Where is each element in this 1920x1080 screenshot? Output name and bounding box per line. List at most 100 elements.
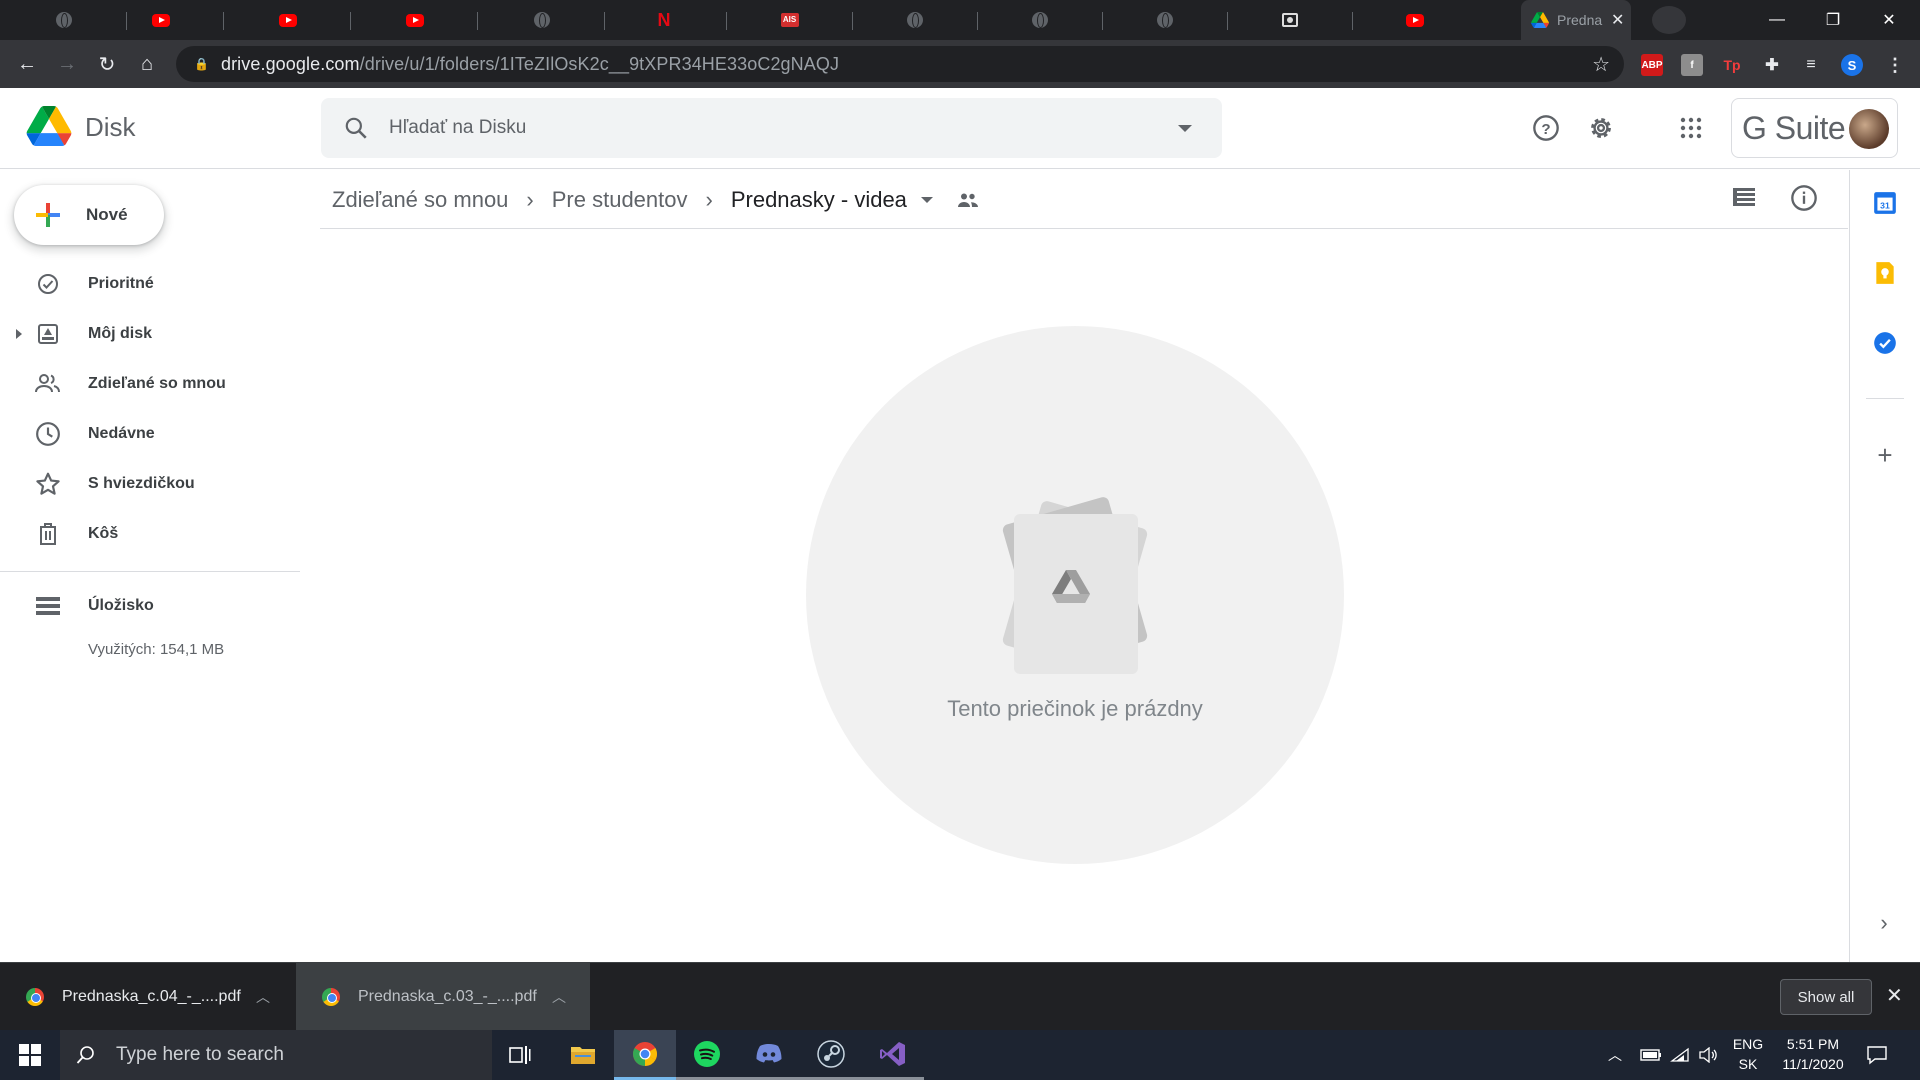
empty-folder-illustration-icon xyxy=(1002,497,1148,674)
folder-menu-dropdown-icon[interactable] xyxy=(920,197,933,203)
gsuite-account-button[interactable]: G Suite xyxy=(1731,98,1898,158)
restore-icon[interactable]: ❐ xyxy=(1810,0,1856,40)
adblock-extension-icon[interactable]: ABP xyxy=(1641,54,1663,76)
search-icon xyxy=(76,1046,94,1064)
expand-caret-icon[interactable] xyxy=(16,329,22,339)
globe-icon xyxy=(906,12,923,28)
browser-tab[interactable] xyxy=(976,0,1103,40)
chrome-menu-icon[interactable]: ⋮ xyxy=(1884,54,1906,76)
plus-icon xyxy=(36,203,60,227)
sidebar-item-shared[interactable]: Zdieľané so mnou xyxy=(0,364,300,404)
add-addon-plus-icon[interactable]: + xyxy=(1872,442,1898,468)
browser-tab[interactable]: N xyxy=(600,0,727,40)
download-item[interactable]: Prednaska_c.03_-_....pdf ︿ xyxy=(296,963,590,1031)
new-tab-button[interactable] xyxy=(1652,6,1686,34)
apps-grid-icon[interactable] xyxy=(1675,112,1707,144)
drive-search-bar[interactable] xyxy=(321,98,1222,158)
chevron-up-icon[interactable]: ︿ xyxy=(552,987,566,1007)
storage-icon xyxy=(34,592,62,620)
breadcrumb-current-folder[interactable]: Prednasky - videa xyxy=(731,187,907,213)
storage-label: Úložisko xyxy=(88,597,154,614)
google-drive-logo-icon[interactable] xyxy=(26,106,72,146)
chevron-right-icon: › xyxy=(705,187,713,212)
sidebar-item-trash[interactable]: Kôš xyxy=(0,514,300,554)
forward-icon[interactable]: → xyxy=(52,49,82,79)
show-hidden-icons-icon[interactable]: ︿ xyxy=(1608,1030,1622,1080)
task-view-icon[interactable] xyxy=(489,1030,551,1080)
minimize-icon[interactable]: — xyxy=(1754,0,1800,40)
bookmark-star-icon[interactable]: ☆ xyxy=(1592,52,1610,77)
globe-icon xyxy=(55,12,72,28)
chrome-file-icon xyxy=(26,988,44,1006)
sidebar-item-priority[interactable]: Prioritné xyxy=(0,264,300,304)
sidebar-item-storage[interactable]: Úložisko xyxy=(0,586,300,626)
keep-icon[interactable] xyxy=(1872,260,1898,286)
search-input[interactable] xyxy=(389,117,1169,139)
chrome-icon[interactable] xyxy=(614,1030,676,1080)
tasks-icon[interactable] xyxy=(1872,330,1898,356)
priority-check-icon xyxy=(34,270,62,298)
expand-panel-chevron-icon[interactable]: › xyxy=(1874,910,1894,935)
taskbar-clock[interactable]: 5:51 PM 11/1/2020 xyxy=(1770,1034,1856,1074)
close-tab-icon[interactable]: ✕ xyxy=(1611,10,1624,30)
windows-start-icon[interactable] xyxy=(0,1030,60,1080)
settings-gear-icon[interactable] xyxy=(1585,112,1617,144)
language-code: ENG xyxy=(1732,1036,1764,1052)
search-icon[interactable] xyxy=(343,115,369,141)
spotify-icon[interactable] xyxy=(676,1030,738,1080)
tp-extension-icon[interactable]: Tp xyxy=(1721,54,1743,76)
taskbar-search-box[interactable]: Type here to search xyxy=(60,1030,492,1080)
facebook-extension-icon[interactable]: f xyxy=(1681,54,1703,76)
steam-icon[interactable] xyxy=(800,1030,862,1080)
volume-icon[interactable] xyxy=(1698,1030,1718,1080)
list-view-icon[interactable] xyxy=(1731,186,1761,212)
close-shelf-icon[interactable]: ✕ xyxy=(1886,983,1903,1008)
calendar-icon[interactable]: 31 xyxy=(1872,190,1898,216)
search-options-dropdown-icon[interactable] xyxy=(1178,125,1192,132)
account-avatar[interactable] xyxy=(1849,109,1889,149)
browser-tab[interactable] xyxy=(851,0,978,40)
extensions-puzzle-icon[interactable]: ✚ xyxy=(1761,54,1783,76)
profile-avatar[interactable]: S xyxy=(1841,54,1863,76)
address-bar[interactable]: 🔒 drive.google.com/drive/u/1/folders/1IT… xyxy=(176,46,1624,82)
youtube-icon xyxy=(405,13,424,27)
people-icon xyxy=(34,370,62,398)
sidebar-item-recent[interactable]: Nedávne xyxy=(0,414,300,454)
media-queue-icon[interactable]: ≡ xyxy=(1800,54,1822,76)
file-explorer-icon[interactable] xyxy=(552,1030,614,1080)
sidebar-item-my-drive[interactable]: Môj disk xyxy=(0,314,300,354)
browser-tab[interactable] xyxy=(1226,0,1353,40)
new-button[interactable]: Nové xyxy=(14,185,164,245)
back-icon[interactable]: ← xyxy=(12,49,42,79)
chevron-right-icon: › xyxy=(526,187,534,212)
browser-tab[interactable] xyxy=(97,0,224,40)
browser-tab[interactable] xyxy=(1101,0,1228,40)
browser-tab[interactable] xyxy=(224,0,351,40)
chrome-file-icon xyxy=(322,988,340,1006)
show-all-downloads-button[interactable]: Show all xyxy=(1780,979,1872,1015)
visual-studio-icon[interactable] xyxy=(862,1030,924,1080)
browser-tab[interactable] xyxy=(351,0,478,40)
reload-icon[interactable]: ↻ xyxy=(92,49,122,79)
sidebar-item-label: Nedávne xyxy=(88,425,155,442)
details-info-icon[interactable] xyxy=(1790,184,1820,214)
sidebar-item-starred[interactable]: S hviezdičkou xyxy=(0,464,300,504)
action-center-icon[interactable] xyxy=(1866,1030,1888,1080)
chevron-up-icon[interactable]: ︿ xyxy=(256,987,270,1007)
side-panel: 31 + › xyxy=(1849,170,1920,962)
browser-tab[interactable] xyxy=(1351,0,1478,40)
home-icon[interactable]: ⌂ xyxy=(132,49,162,79)
breadcrumb-item[interactable]: Zdieľané so mnou xyxy=(332,187,508,213)
window-close-icon[interactable]: ✕ xyxy=(1866,0,1912,40)
wifi-icon[interactable] xyxy=(1670,1030,1690,1080)
breadcrumb-item[interactable]: Pre studentov xyxy=(552,187,688,213)
battery-icon[interactable] xyxy=(1640,1030,1662,1080)
help-icon[interactable]: ? xyxy=(1530,112,1562,144)
discord-icon[interactable] xyxy=(738,1030,800,1080)
active-tab-title: Predna xyxy=(1557,12,1603,28)
input-language-indicator[interactable]: ENG SK xyxy=(1730,1034,1766,1074)
download-item[interactable]: Prednaska_c.04_-_....pdf ︿ xyxy=(0,963,294,1031)
browser-tab[interactable]: AIS xyxy=(726,0,853,40)
active-browser-tab[interactable]: Predna ✕ xyxy=(1521,0,1631,40)
browser-tab[interactable] xyxy=(478,0,605,40)
